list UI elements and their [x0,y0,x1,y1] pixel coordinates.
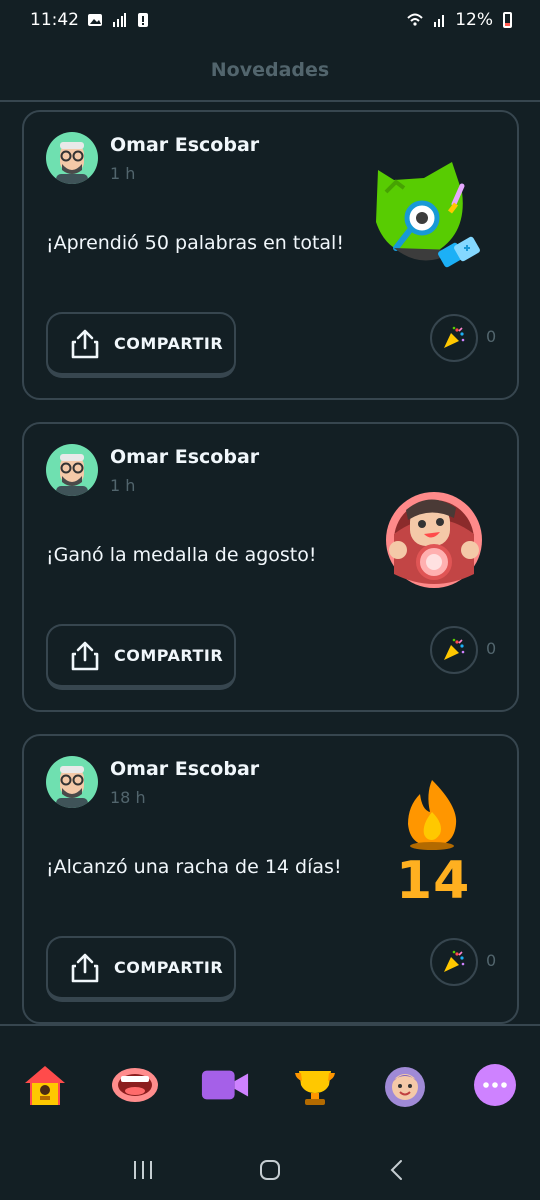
video-icon [201,1070,249,1100]
wifi-icon [407,13,423,26]
nav-leaderboard[interactable] [290,1062,340,1108]
home-circle-icon [259,1160,280,1180]
nav-profile[interactable] [380,1062,430,1108]
post-time: 18 h [110,788,146,807]
share-button[interactable]: COMPARTIR [46,312,236,378]
gallery-notification-icon [88,14,102,26]
status-bar: 11:42 12% [0,0,540,40]
feed-message: ¡Aprendió 50 palabras en total! [46,232,344,254]
back-button[interactable] [377,1150,417,1190]
recent-apps-button[interactable] [123,1150,163,1190]
header: Novedades [0,40,540,102]
signal-notification-icon [113,13,126,27]
home-icon [25,1066,65,1105]
cell-signal-icon [434,15,445,27]
share-button[interactable]: COMPARTIR [46,936,236,1002]
share-icon [71,641,99,670]
share-label: COMPARTIR [114,646,224,665]
alert-notification-icon [138,13,148,27]
home-system-button[interactable] [250,1150,290,1190]
battery-icon [503,12,512,28]
user-name[interactable]: Omar Escobar [110,134,259,156]
status-time: 11:42 [30,10,79,30]
user-name[interactable]: Omar Escobar [110,758,259,780]
feed-card: Omar Escobar 18 h ¡Alcanzó una racha de … [22,734,519,1024]
reaction-count: 0 [486,639,497,658]
share-button[interactable]: COMPARTIR [46,624,236,690]
bottom-nav [0,1024,540,1140]
share-icon [71,953,99,982]
speak-icon [112,1068,158,1102]
nav-speak[interactable] [110,1062,160,1108]
avatar-face-icon [56,766,88,808]
feed-card: Omar Escobar 1 h ¡Aprendió 50 palabras e… [22,110,519,400]
celebrate-button[interactable] [430,314,478,362]
celebrate-button[interactable] [430,938,478,986]
more-icon [474,1064,516,1106]
owl-studying-icon [376,162,480,268]
feed-card: Omar Escobar 1 h ¡Ganó la medalla de ago… [22,422,519,712]
avatar[interactable] [46,132,98,184]
party-popper-icon [444,326,465,348]
user-name[interactable]: Omar Escobar [110,446,259,468]
streak-flame-icon [408,780,457,850]
party-popper-icon [444,638,465,660]
recent-apps-icon [134,1161,153,1179]
avatar-face-icon [56,454,88,496]
feed-message: ¡Ganó la medalla de agosto! [46,544,317,566]
party-popper-icon [444,950,465,972]
post-time: 1 h [110,476,136,495]
avatar-face-icon [56,142,88,184]
nav-video[interactable] [200,1062,250,1108]
profile-icon [385,1067,425,1107]
share-label: COMPARTIR [114,958,224,977]
system-nav-bar [0,1140,540,1200]
share-label: COMPARTIR [114,334,224,353]
battery-percent: 12% [455,10,493,30]
avatar[interactable] [46,756,98,808]
share-icon [71,329,99,358]
monthly-medal-icon [386,492,482,588]
reaction-count: 0 [486,951,497,970]
streak-count: 14 [396,851,471,911]
status-left: 11:42 [30,10,151,30]
feed-message: ¡Alcanzó una racha de 14 días! [46,856,342,878]
status-right: 12% [407,10,512,30]
back-chevron-icon [390,1160,402,1180]
page-title: Novedades [210,59,330,81]
avatar[interactable] [46,444,98,496]
leaderboard-trophy-icon [295,1071,335,1105]
nav-home[interactable] [20,1062,70,1108]
nav-more[interactable] [470,1062,520,1108]
celebrate-button[interactable] [430,626,478,674]
reaction-count: 0 [486,327,497,346]
post-time: 1 h [110,164,136,183]
